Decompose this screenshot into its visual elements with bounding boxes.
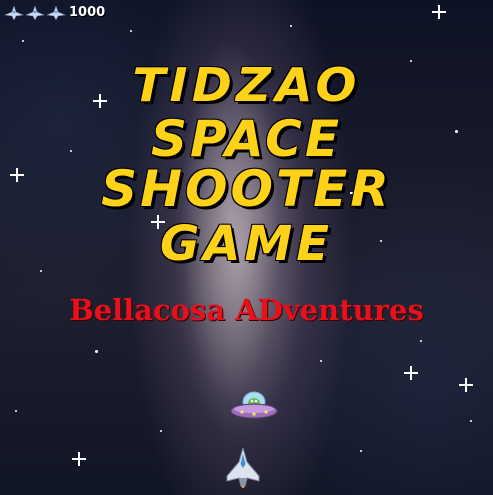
life-ship-icon <box>46 5 66 20</box>
game-canvas[interactable]: 1000 TIDZAO SPACE SHOOTER GAME Bellacosa… <box>0 0 493 495</box>
life-ship-icon <box>25 5 45 20</box>
title-line-3: GAME <box>159 216 334 272</box>
game-title: TIDZAO SPACE SHOOTER GAME <box>0 62 493 268</box>
title-line-2: SPACE SHOOTER <box>101 110 392 218</box>
player-ship-icon <box>226 448 260 488</box>
hud: 1000 <box>4 5 105 20</box>
score-counter: 1000 <box>69 5 106 20</box>
studio-subtitle: Bellacosa ADventures <box>69 293 424 327</box>
title-line-1: TIDZAO <box>132 58 361 112</box>
ufo-icon <box>230 391 278 419</box>
life-ship-icon <box>4 5 24 20</box>
